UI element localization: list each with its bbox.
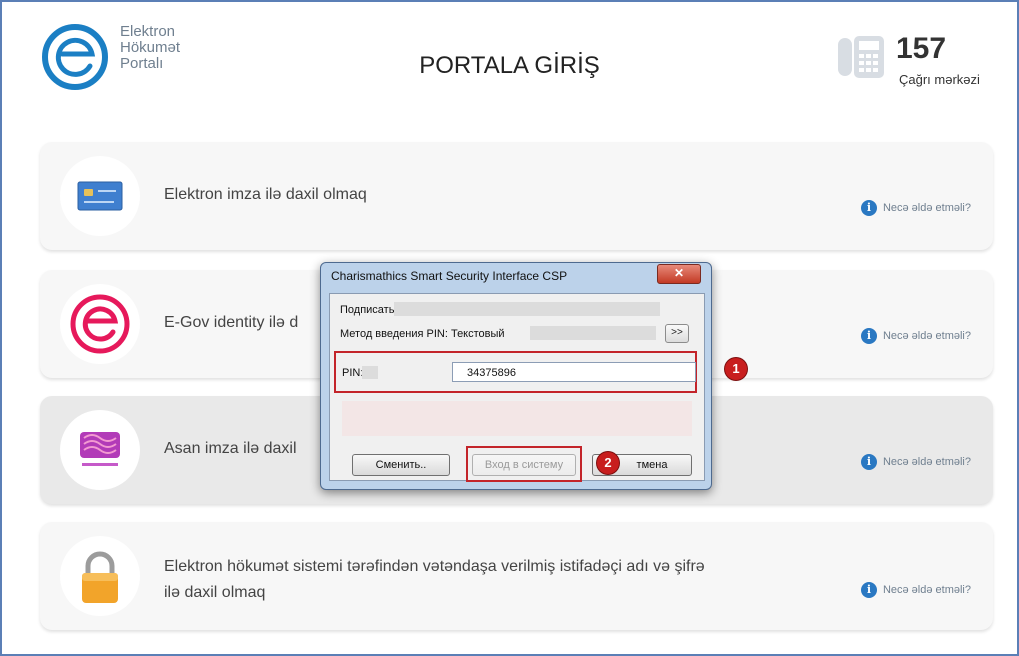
pin-method-label: Метод введения PIN: Текстовый [340,328,505,340]
change-button[interactable]: Сменить.. [352,454,450,476]
how-to-get-link[interactable]: i Necə əldə etməli? [860,200,971,216]
how-to-get-link[interactable]: i Necə əldə etməli? [860,328,971,344]
pin-highlight: PIN: 34375896 [334,351,697,393]
how-to-get-link[interactable]: i Necə əldə etməli? [860,454,971,470]
info-icon: i [860,328,877,344]
asan-imza-icon [80,432,120,466]
redacted-signer [394,302,660,316]
option-label-line1[interactable]: Elektron hökumət sistemi tərəfindən vətə… [164,554,705,580]
id-card-icon [77,181,123,211]
close-button[interactable]: ✕ [657,264,701,284]
step-1-marker: 1 [725,358,747,380]
how-to-get-text[interactable]: Necə əldə etməli? [883,330,971,342]
egov-logo-icon [70,294,130,354]
how-to-get-text[interactable]: Necə əldə etməli? [883,456,971,468]
redacted-pin-label [362,366,378,379]
icon-circle [60,156,140,236]
option-label[interactable]: Elektron imza ilə daxil olmaq [164,182,367,208]
sign-label: Подписать [340,304,395,316]
icon-circle [60,536,140,616]
option-label-line2[interactable]: ilə daxil olmaq [164,580,705,606]
login-option-electronic-signature[interactable]: Elektron imza ilə daxil olmaq i Necə əld… [40,142,993,250]
step-2-marker: 2 [597,452,619,474]
pin-dialog: Charismathics Smart Security Interface C… [320,262,712,490]
dialog-title: Charismathics Smart Security Interface C… [331,269,568,283]
option-label[interactable]: Elektron hökumət sistemi tərəfindən vətə… [164,554,705,606]
phone-icon [838,36,884,78]
option-label[interactable]: Asan imza ilə daxil [164,436,297,462]
pin-label: PIN: [342,367,364,379]
option-label[interactable]: E-Gov identity ilə d [164,310,298,336]
expand-button[interactable]: >> [665,324,689,343]
info-icon: i [860,454,877,470]
how-to-get-link[interactable]: i Necə əldə etməli? [860,582,971,598]
message-area [342,401,692,436]
padlock-icon [82,551,118,603]
info-icon: i [860,582,877,598]
login-button[interactable]: Вход в систему [472,454,576,476]
icon-circle [60,410,140,490]
icon-circle [60,284,140,364]
info-icon: i [860,200,877,216]
login-option-username-password[interactable]: Elektron hökumət sistemi tərəfindən vətə… [40,522,993,630]
hotline-number: 157 [896,32,947,65]
hotline-label: Çağrı mərkəzi [899,72,980,87]
how-to-get-text[interactable]: Necə əldə etməli? [883,584,971,596]
pin-input[interactable]: 34375896 [452,362,696,382]
portal-name-line1: Elektron [120,23,176,40]
how-to-get-text[interactable]: Necə əldə etməli? [883,202,971,214]
redacted-method [530,326,656,340]
header: Elektron Hökumət Portalı PORTALA GİRİŞ 1… [0,0,1019,130]
dialog-body: Подписать Метод введения PIN: Текстовый … [329,293,705,482]
